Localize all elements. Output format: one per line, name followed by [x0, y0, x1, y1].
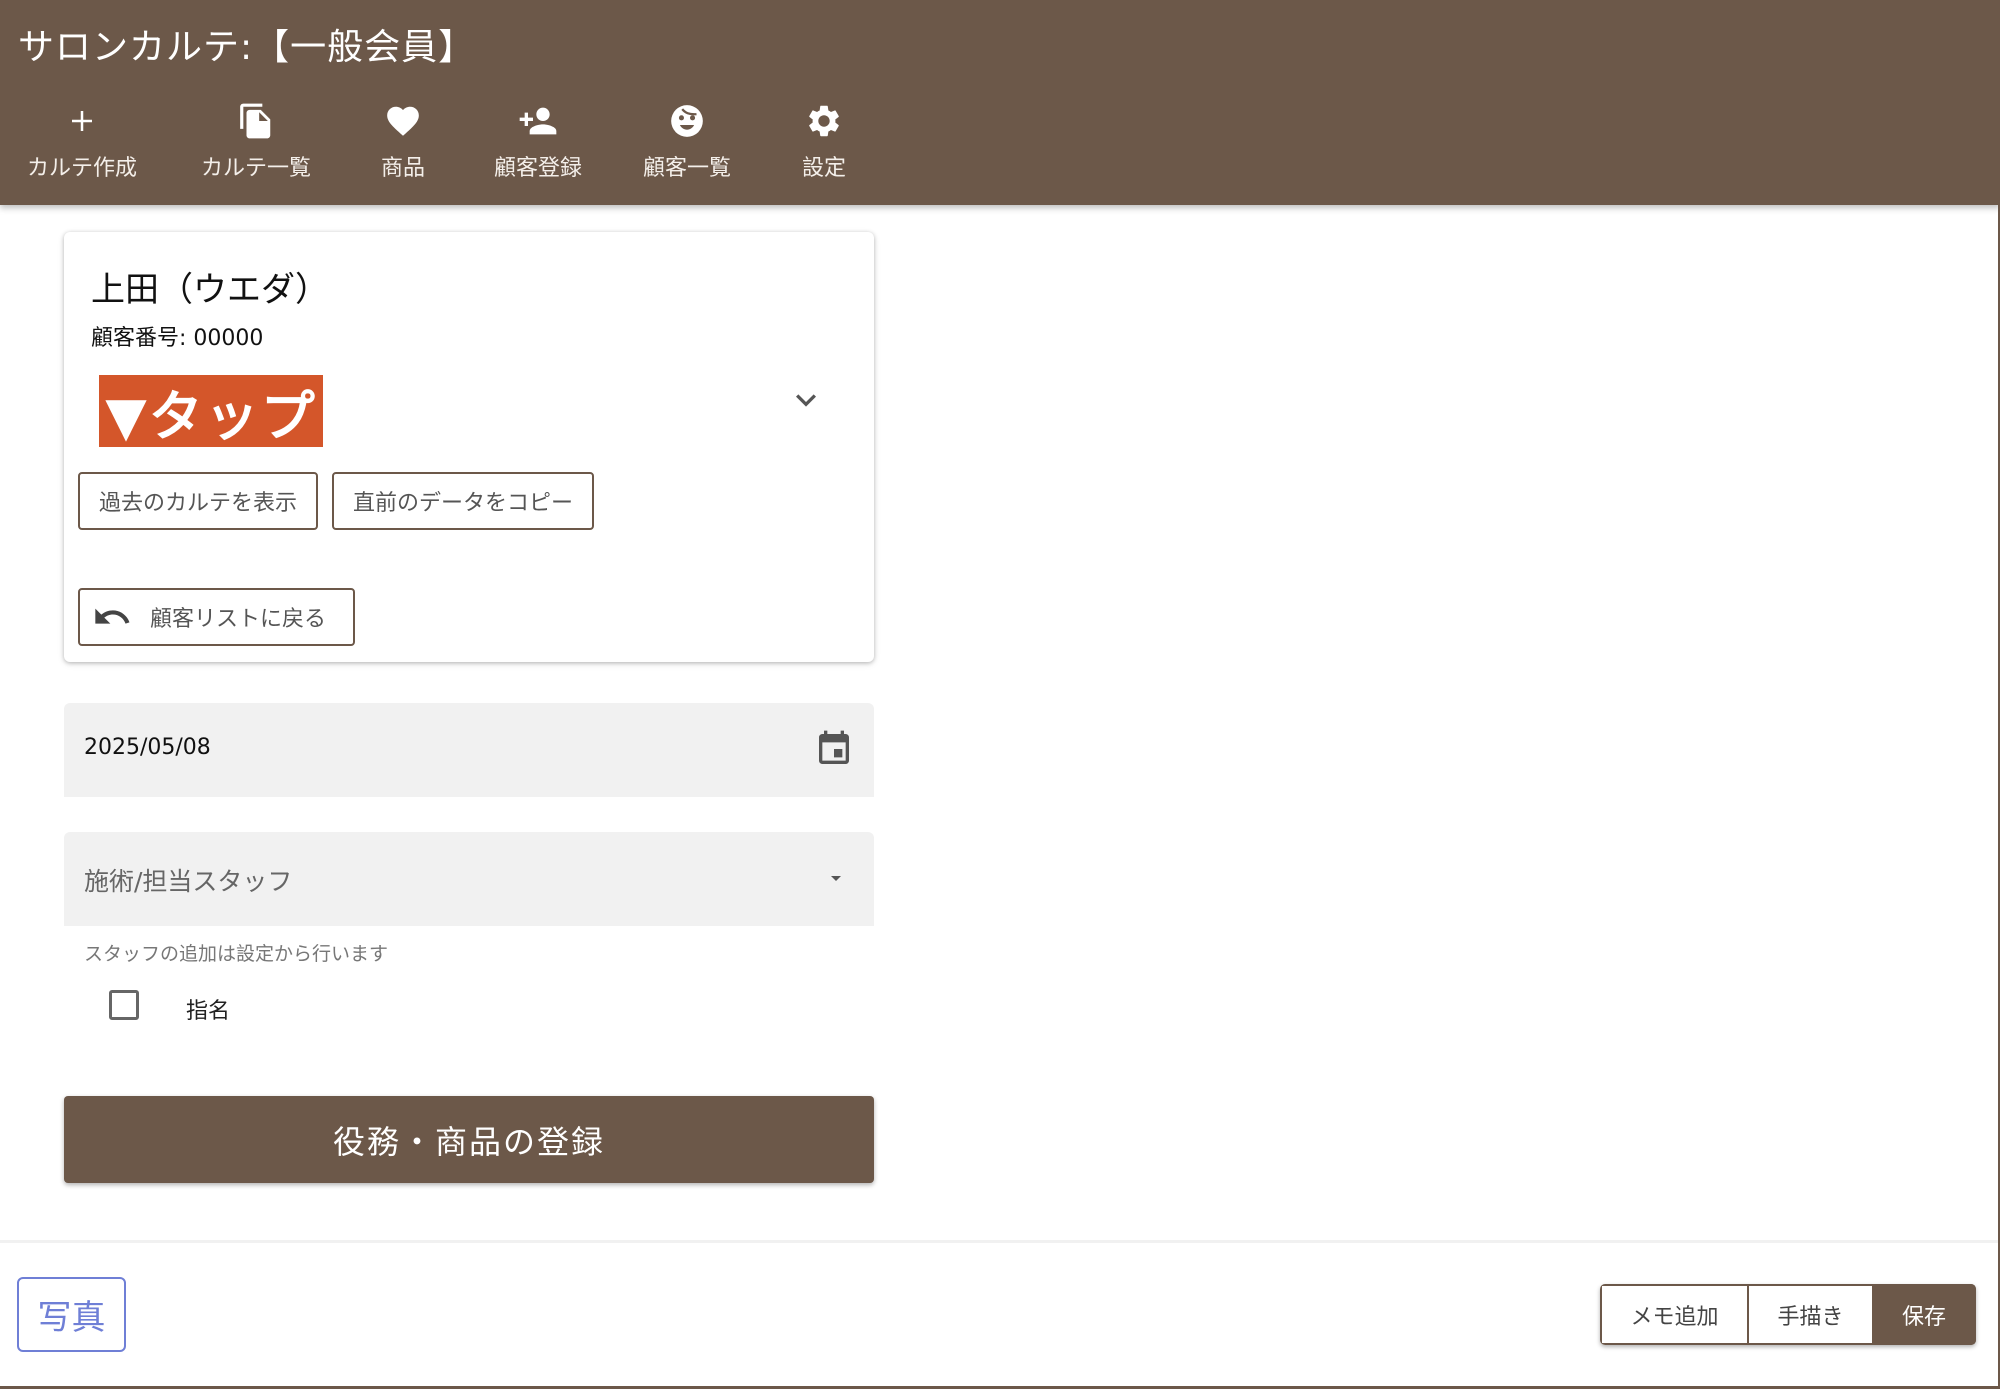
handwrite-button[interactable]: 手描き [1749, 1284, 1874, 1345]
register-service-product-button[interactable]: 役務・商品の登録 [64, 1096, 874, 1183]
undo-icon [92, 597, 132, 637]
back-to-customer-list-button[interactable]: 顧客リストに戻る [78, 588, 355, 646]
nav-label: カルテ作成 [26, 156, 137, 181]
add-memo-button[interactable]: メモ追加 [1600, 1284, 1749, 1345]
gear-icon [803, 100, 845, 142]
app-header: サロンカルテ:【一般会員】 カルテ作成 カルテ一覧 商品 顧客登録 顧客一覧 設… [0, 0, 2000, 205]
nav-customer-register[interactable]: 顧客登録 [488, 100, 588, 190]
staff-select[interactable]: 施術/担当スタッフ [64, 832, 874, 926]
nav-settings[interactable]: 設定 [784, 100, 864, 190]
app-title: サロンカルテ:【一般会員】 [18, 27, 476, 68]
nav-label: 商品 [380, 156, 425, 181]
staff-placeholder: 施術/担当スタッフ [84, 867, 293, 896]
tap-banner: ▼タップ [99, 375, 323, 448]
person-add-icon [517, 100, 559, 142]
customer-card: 上田（ウエダ） 顧客番号: 00000 ▼タップ 過去のカルテを表示 直前のデー… [64, 232, 874, 662]
nav-label: カルテ一覧 [200, 156, 311, 181]
copy-previous-data-button[interactable]: 直前のデータをコピー [332, 472, 594, 530]
copy-icon [235, 100, 277, 142]
back-label: 顧客リストに戻る [150, 607, 327, 632]
show-past-charts-button[interactable]: 過去のカルテを表示 [78, 472, 318, 530]
nomination-checkbox[interactable] [109, 990, 139, 1020]
nav-customer-list[interactable]: 顧客一覧 [637, 100, 737, 190]
nav-label: 設定 [801, 156, 846, 181]
nav-label: 顧客一覧 [642, 156, 731, 181]
photo-button[interactable]: 写真 [17, 1277, 126, 1352]
face-icon [666, 100, 708, 142]
action-button-group: メモ追加 手描き 保存 [1600, 1284, 1976, 1345]
heart-icon [382, 100, 424, 142]
chevron-down-icon[interactable] [786, 380, 826, 420]
nav-products[interactable]: 商品 [363, 100, 443, 190]
customer-number: 顧客番号: 00000 [91, 326, 264, 351]
footer-divider [0, 1240, 2000, 1243]
nav-chart-list[interactable]: カルテ一覧 [196, 100, 316, 190]
dropdown-arrow-icon [824, 866, 848, 890]
date-value: 2025/05/08 [84, 735, 211, 760]
date-field[interactable]: 2025/05/08 [64, 703, 874, 797]
nav-label: 顧客登録 [493, 156, 582, 181]
plus-icon [61, 100, 103, 142]
nomination-label: 指名 [186, 999, 231, 1024]
calendar-icon[interactable] [814, 729, 854, 769]
save-button[interactable]: 保存 [1874, 1284, 1976, 1345]
customer-name: 上田（ウエダ） [91, 270, 329, 310]
staff-hint: スタッフの追加は設定から行います [84, 943, 389, 965]
nav-create-chart[interactable]: カルテ作成 [22, 100, 142, 190]
